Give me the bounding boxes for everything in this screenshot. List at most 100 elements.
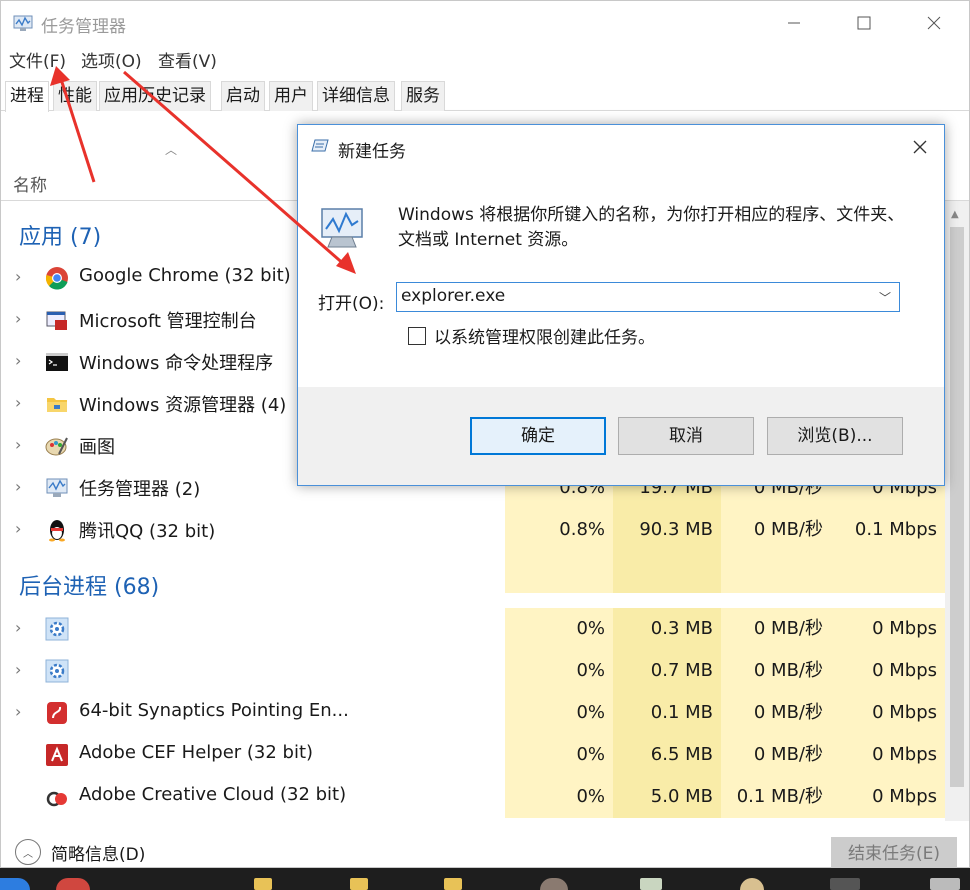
disk-cell: 0 MB/秒 bbox=[721, 734, 831, 776]
browse-button[interactable]: 浏览(B)... bbox=[767, 417, 903, 455]
list-item[interactable]: Adobe CEF Helper (32 bit) 0% 6.5 MB 0 MB… bbox=[1, 734, 945, 776]
chevron-right-icon[interactable]: › bbox=[15, 309, 21, 328]
chevron-right-icon[interactable]: › bbox=[15, 393, 21, 412]
process-name: Adobe Creative Cloud (32 bit) bbox=[79, 784, 347, 805]
open-combobox[interactable]: explorer.exe ﹀ bbox=[396, 282, 900, 312]
list-item[interactable]: › 64-bit Synaptics Pointing En... 0% 0.1… bbox=[1, 692, 945, 734]
process-name: 任务管理器 (2) bbox=[79, 479, 201, 500]
tab-app-history[interactable]: 应用历史记录 bbox=[99, 81, 211, 111]
new-task-dialog: 新建任务 Windows 将根据你所键入的名称，为你打开相应的程序、文件夹、文档… bbox=[297, 124, 945, 486]
cmd-icon bbox=[46, 353, 68, 371]
taskbar-folder-icon[interactable] bbox=[444, 878, 462, 890]
close-button[interactable] bbox=[899, 1, 969, 45]
paint-icon bbox=[45, 437, 68, 456]
minimize-button[interactable] bbox=[759, 1, 829, 45]
tab-users[interactable]: 用户 bbox=[269, 81, 313, 111]
vertical-scrollbar[interactable]: ▲ bbox=[945, 201, 969, 821]
process-name: Windows 命令处理程序 bbox=[79, 353, 274, 374]
disk-cell bbox=[721, 551, 831, 593]
tab-services[interactable]: 服务 bbox=[401, 81, 445, 111]
chevron-right-icon[interactable]: › bbox=[15, 477, 21, 496]
taskbar-paint-icon[interactable] bbox=[740, 878, 764, 890]
column-name-header[interactable]: 名称 bbox=[13, 171, 47, 196]
qq-penguin-icon bbox=[49, 520, 65, 542]
list-item[interactable]: › 0% 0.7 MB 0 MB/秒 0 Mbps bbox=[1, 650, 945, 692]
process-name: Adobe CEF Helper (32 bit) bbox=[79, 742, 314, 763]
minimize-icon bbox=[788, 22, 800, 24]
cpu-cell: 0% bbox=[505, 650, 613, 692]
network-cell bbox=[831, 551, 945, 593]
adobe-icon bbox=[46, 744, 68, 766]
taskbar-app-icon[interactable] bbox=[930, 878, 960, 890]
process-name: Windows 资源管理器 (4) bbox=[79, 395, 287, 416]
ok-button[interactable]: 确定 bbox=[470, 417, 606, 455]
memory-cell: 90.3 MB bbox=[613, 509, 721, 551]
admin-checkbox-label: 以系统管理权限创建此任务。 bbox=[434, 328, 655, 348]
group-apps: 应用 (7) bbox=[19, 225, 102, 250]
creative-cloud-icon bbox=[46, 791, 67, 807]
chevron-right-icon[interactable]: › bbox=[15, 267, 21, 286]
scroll-thumb[interactable] bbox=[950, 227, 964, 787]
network-cell: 0 Mbps bbox=[831, 734, 945, 776]
cpu-cell: 0% bbox=[505, 692, 613, 734]
taskbar-app-icon[interactable] bbox=[830, 878, 860, 890]
open-input[interactable]: explorer.exe bbox=[401, 286, 505, 306]
memory-cell: 6.5 MB bbox=[613, 734, 721, 776]
tab-details[interactable]: 详细信息 bbox=[317, 81, 395, 111]
menu-file[interactable]: 文件(F) bbox=[9, 47, 66, 72]
list-item[interactable]: › 0% 0.3 MB 0 MB/秒 0 Mbps bbox=[1, 608, 945, 650]
maximize-icon bbox=[857, 16, 871, 30]
tab-performance[interactable]: 性能 bbox=[53, 81, 97, 111]
chrome-icon bbox=[45, 267, 68, 290]
menu-view[interactable]: 查看(V) bbox=[158, 47, 217, 72]
taskbar-app-icon[interactable] bbox=[0, 878, 30, 890]
end-task-button[interactable]: 结束任务(E) bbox=[831, 837, 957, 871]
process-name: 64-bit Synaptics Pointing En... bbox=[79, 700, 349, 721]
open-label: 打开(O): bbox=[318, 294, 385, 314]
chevron-right-icon[interactable]: › bbox=[15, 660, 21, 679]
list-item[interactable]: Adobe Creative Cloud (32 bit) 0% 5.0 MB … bbox=[1, 776, 945, 818]
cpu-cell: 0% bbox=[505, 776, 613, 818]
fewer-details-button[interactable]: ︿ 简略信息(D) bbox=[15, 839, 145, 865]
menu-options[interactable]: 选项(O) bbox=[81, 47, 142, 72]
chevron-right-icon[interactable]: › bbox=[15, 351, 21, 370]
mmc-icon bbox=[46, 311, 67, 330]
dialog-title: 新建任务 bbox=[338, 142, 406, 162]
chevron-right-icon[interactable]: › bbox=[15, 519, 21, 538]
window-title: 任务管理器 bbox=[41, 17, 126, 37]
chevron-down-icon[interactable]: ﹀ bbox=[879, 289, 891, 306]
chevron-right-icon[interactable]: › bbox=[15, 618, 21, 637]
group-background: 后台进程 (68) bbox=[19, 575, 160, 600]
task-manager-icon bbox=[13, 15, 33, 31]
memory-cell: 0.3 MB bbox=[613, 608, 721, 650]
disk-cell: 0 MB/秒 bbox=[721, 692, 831, 734]
cpu-cell: 0% bbox=[505, 734, 613, 776]
admin-checkbox[interactable]: 以系统管理权限创建此任务。 bbox=[408, 323, 655, 348]
taskbar-app-icon[interactable] bbox=[56, 878, 90, 890]
dialog-description: Windows 将根据你所键入的名称，为你打开相应的程序、文件夹、文档或 Int… bbox=[398, 205, 905, 250]
taskbar-app-icon[interactable] bbox=[640, 878, 662, 890]
footer-bar: ︿ 简略信息(D) 结束任务(E) bbox=[1, 831, 969, 871]
task-manager-icon bbox=[321, 208, 363, 248]
list-item[interactable]: › 腾讯QQ (32 bit) 0.8% 90.3 MB 0 MB/秒 0.1 … bbox=[1, 509, 945, 551]
tab-startup[interactable]: 启动 bbox=[221, 81, 265, 111]
process-name: Microsoft 管理控制台 bbox=[79, 311, 257, 332]
maximize-button[interactable] bbox=[829, 1, 899, 45]
tab-processes[interactable]: 进程 bbox=[5, 81, 49, 112]
scroll-up-icon[interactable]: ▲ bbox=[951, 209, 959, 220]
taskbar-app-icon[interactable] bbox=[540, 878, 568, 890]
disk-cell: 0 MB/秒 bbox=[721, 509, 831, 551]
cancel-button[interactable]: 取消 bbox=[618, 417, 754, 455]
close-icon bbox=[913, 140, 927, 154]
cpu-cell: 0.8% bbox=[505, 509, 613, 551]
chevron-right-icon[interactable]: › bbox=[15, 702, 21, 721]
sort-caret-icon[interactable]: ︿ bbox=[165, 141, 177, 158]
checkbox-box[interactable] bbox=[408, 326, 426, 345]
disk-cell: 0 MB/秒 bbox=[721, 608, 831, 650]
taskbar-folder-icon[interactable] bbox=[350, 878, 368, 890]
dialog-close-button[interactable] bbox=[902, 133, 938, 161]
chevron-right-icon[interactable]: › bbox=[15, 435, 21, 454]
taskbar-folder-icon[interactable] bbox=[254, 878, 272, 890]
memory-cell: 5.0 MB bbox=[613, 776, 721, 818]
memory-cell: 0.7 MB bbox=[613, 650, 721, 692]
